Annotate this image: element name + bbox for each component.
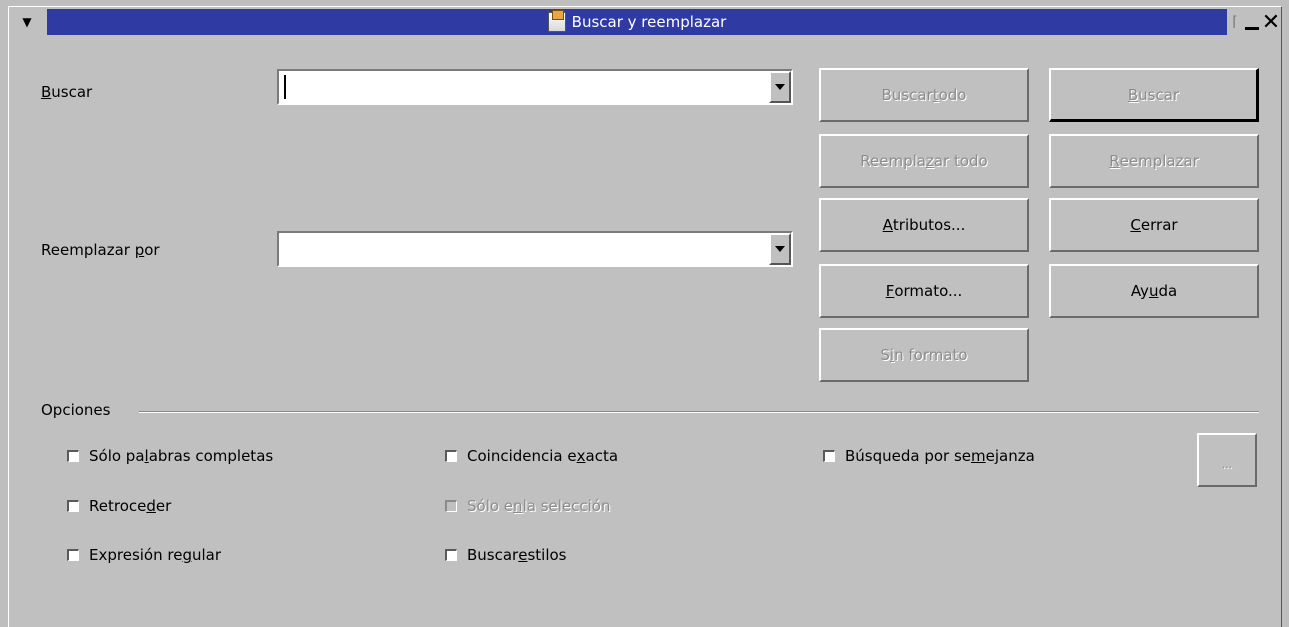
replace-label-post: eemplazar bbox=[1119, 152, 1199, 170]
match-case-label-pre: Coincidencia e bbox=[467, 447, 577, 465]
checkbox-icon[interactable] bbox=[445, 549, 457, 561]
similarity-label-pre: Búsqueda por se bbox=[845, 447, 972, 465]
replace-dropdown-button[interactable] bbox=[769, 233, 791, 265]
replace-combo[interactable] bbox=[277, 231, 793, 267]
backwards-mnemonic: d bbox=[146, 497, 156, 515]
replace-mnemonic: R bbox=[1109, 152, 1120, 170]
checkbox-icon[interactable] bbox=[445, 500, 457, 512]
whole-words-label-pre: Sólo pa bbox=[89, 447, 145, 465]
backwards-label-pre: Retroce bbox=[89, 497, 147, 515]
regex-checkbox[interactable]: Expresión re g ular bbox=[67, 546, 221, 564]
selection-only-label-pre: Sólo e bbox=[467, 497, 514, 515]
window-title: Buscar y reemplazar bbox=[571, 13, 727, 31]
find-label-post: uscar bbox=[1138, 85, 1180, 104]
checkbox-icon[interactable] bbox=[445, 450, 457, 462]
whole-words-checkbox[interactable]: Sólo pa l abras completas bbox=[67, 447, 273, 465]
close-label-post: errar bbox=[1140, 216, 1178, 234]
help-mnemonic: u bbox=[1148, 282, 1159, 300]
no-format-label-pre: S bbox=[880, 346, 890, 364]
find-all-button[interactable]: Buscar t odo bbox=[819, 68, 1029, 122]
similarity-options-button[interactable]: ... bbox=[1197, 433, 1257, 487]
no-format-button[interactable]: Sin formato bbox=[819, 328, 1029, 382]
replace-label-pre: Reemplazar bbox=[41, 241, 135, 259]
checkbox-icon[interactable] bbox=[67, 450, 79, 462]
styles-label-post: stilos bbox=[527, 546, 567, 564]
format-button[interactable]: Formato... bbox=[819, 264, 1029, 318]
close-window-button[interactable]: ✕ bbox=[1261, 9, 1281, 35]
replace-label-mnemonic: p bbox=[134, 241, 145, 259]
whole-words-label-post: abras completas bbox=[148, 447, 274, 465]
replace-all-label-pre: Reempla bbox=[860, 152, 926, 170]
minimize-icon bbox=[1245, 26, 1259, 30]
similarity-label-post: ejanza bbox=[985, 447, 1035, 465]
styles-mnemonic: e bbox=[518, 546, 528, 564]
close-mnemonic: C bbox=[1130, 216, 1141, 234]
options-divider bbox=[139, 411, 1259, 413]
chevron-down-icon: ▼ bbox=[22, 15, 32, 29]
checkbox-icon[interactable] bbox=[823, 450, 835, 462]
search-label-text: uscar bbox=[51, 83, 93, 101]
selection-only-checkbox[interactable]: Sólo en la selección bbox=[445, 497, 610, 515]
checkbox-icon[interactable] bbox=[67, 500, 79, 512]
replace-input[interactable] bbox=[283, 236, 757, 264]
find-replace-dialog: ▼ Buscar y reemplazar ⌈ ✕ Buscar Reempla… bbox=[8, 6, 1282, 627]
replace-label: Reemplazar por bbox=[41, 241, 160, 259]
replace-all-button[interactable]: Reempla z ar todo bbox=[819, 134, 1029, 188]
help-label-post: da bbox=[1158, 282, 1178, 300]
find-button[interactable]: Buscar bbox=[1049, 68, 1259, 122]
help-button[interactable]: Ay u da bbox=[1049, 264, 1259, 318]
find-all-label-pre: Buscar bbox=[881, 86, 933, 104]
replace-all-label-post: ar todo bbox=[933, 152, 988, 170]
search-input[interactable] bbox=[283, 74, 757, 102]
replace-all-mnemonic: z bbox=[925, 152, 934, 170]
match-case-label-post: acta bbox=[585, 447, 619, 465]
search-styles-checkbox[interactable]: Buscar e stilos bbox=[445, 546, 566, 564]
window-menu-button[interactable]: ▼ bbox=[9, 9, 45, 35]
backwards-label-post: er bbox=[155, 497, 172, 515]
title-strip[interactable]: Buscar y reemplazar bbox=[47, 9, 1227, 35]
format-label-post: ormato... bbox=[894, 282, 963, 300]
search-label-mnemonic: B bbox=[41, 83, 52, 101]
minimize-button[interactable] bbox=[1243, 9, 1261, 35]
search-label: Buscar bbox=[41, 83, 92, 101]
close-button[interactable]: Cerrar bbox=[1049, 198, 1259, 252]
selection-only-mnemonic: n bbox=[513, 497, 523, 515]
attributes-mnemonic: A bbox=[882, 216, 893, 234]
help-label-pre: Ay bbox=[1130, 282, 1149, 300]
search-combo[interactable] bbox=[277, 69, 793, 105]
styles-label-pre: Buscar bbox=[467, 546, 519, 564]
match-case-mnemonic: x bbox=[576, 447, 586, 465]
no-format-label-post: n formato bbox=[894, 346, 968, 364]
attributes-label-post: tributos... bbox=[892, 216, 966, 234]
attributes-button[interactable]: Atributos... bbox=[819, 198, 1029, 252]
match-case-checkbox[interactable]: Coincidencia e x acta bbox=[445, 447, 618, 465]
similarity-search-checkbox[interactable]: Búsqueda por se m ejanza bbox=[823, 447, 1035, 465]
checkbox-icon[interactable] bbox=[67, 549, 79, 561]
similarity-mnemonic: m bbox=[971, 447, 986, 465]
find-mnemonic: B bbox=[1127, 85, 1139, 104]
regex-label-post: ular bbox=[191, 546, 222, 564]
replace-button[interactable]: Reemplazar bbox=[1049, 134, 1259, 188]
search-dropdown-button[interactable] bbox=[769, 71, 791, 103]
backwards-checkbox[interactable]: Retroce d er bbox=[67, 497, 171, 515]
app-icon bbox=[547, 10, 566, 32]
find-all-label-post: odo bbox=[938, 86, 967, 104]
regex-label-pre: Expresión re bbox=[89, 546, 183, 564]
titlebar-separator-icon: ⌈ bbox=[1232, 14, 1238, 30]
title-bar: ▼ Buscar y reemplazar ⌈ ✕ bbox=[9, 7, 1281, 37]
selection-only-label-post: la selección bbox=[522, 497, 611, 515]
regex-mnemonic: g bbox=[182, 546, 192, 564]
replace-label-text: or bbox=[144, 241, 160, 259]
options-group-label: Opciones bbox=[41, 401, 115, 419]
format-mnemonic: F bbox=[885, 282, 895, 300]
